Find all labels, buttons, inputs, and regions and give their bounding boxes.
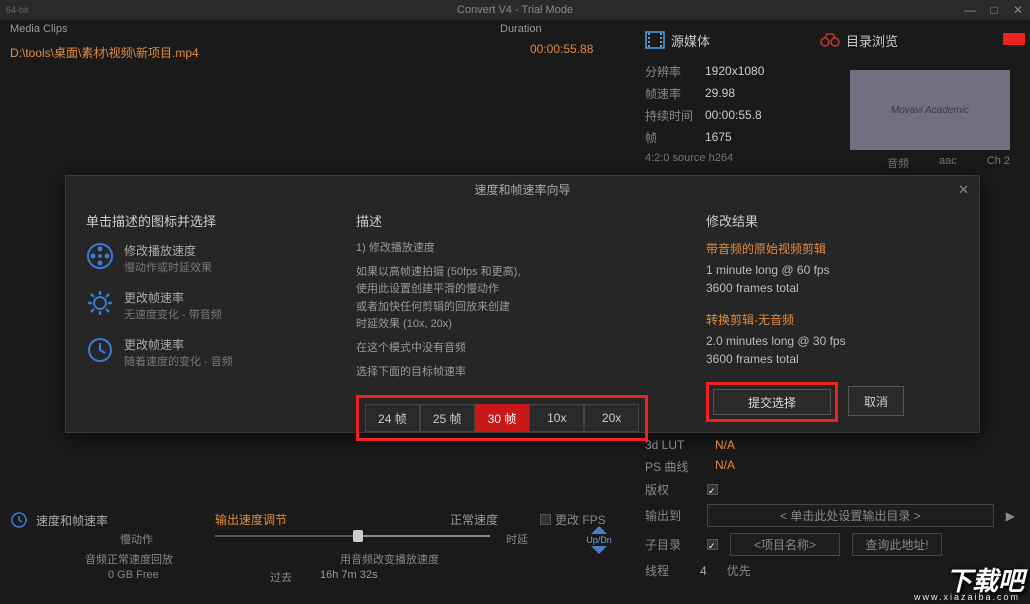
desc-line-6: 在这个模式中没有音频 xyxy=(356,340,666,358)
delay-label: 时延 xyxy=(506,531,528,547)
submit-button[interactable]: 提交选择 xyxy=(713,389,831,415)
option-change-fps-audio[interactable]: 更改帧速率无速度变化 - 带音频 xyxy=(86,289,356,322)
option-playback-speed[interactable]: 修改播放速度慢动作或时延效果 xyxy=(86,242,356,275)
video-thumbnail[interactable]: Movavi Academic xyxy=(850,70,1010,150)
audio-codec: aac xyxy=(939,155,957,171)
resolution-value: 1920x1080 xyxy=(705,64,764,78)
down-arrow-icon[interactable] xyxy=(591,546,607,554)
audio-normal-label: 音频正常速度回放 xyxy=(85,551,173,567)
record-indicator xyxy=(1003,33,1025,45)
desc-line-1: 1) 修改播放速度 xyxy=(356,240,666,258)
desc-line-3: 使用此设置创建平滑的慢动作 xyxy=(356,281,666,299)
result-converted-title: 转换剪辑-无音频 xyxy=(706,311,959,328)
film-icon xyxy=(645,30,665,50)
fps-30-button[interactable]: 30 帧 xyxy=(475,404,530,432)
window-title: Convert V4 - Trial Mode xyxy=(457,4,573,16)
copyright-label: 版权 xyxy=(645,481,695,498)
elapsed-time: 16h 7m 32s xyxy=(320,569,377,581)
lut3d-value[interactable]: N/A xyxy=(715,438,735,452)
clock-icon xyxy=(86,336,114,364)
result-original-line2: 3600 frames total xyxy=(706,281,959,295)
result-original-line1: 1 minute long @ 60 fps xyxy=(706,263,959,277)
desc-line-5: 时延效果 (10x, 20x) xyxy=(356,316,666,334)
opt3-sub: 随着速度的变化 - 音频 xyxy=(124,353,233,369)
minimize-button[interactable]: — xyxy=(962,3,978,17)
media-duration: 00:00:55.88 xyxy=(530,42,593,56)
opt2-sub: 无速度变化 - 带音频 xyxy=(124,306,222,322)
fps-selector: 24 帧 25 帧 30 帧 10x 20x xyxy=(356,395,648,441)
titlebar: 64-bit Convert V4 - Trial Mode — □ ✕ xyxy=(0,0,1030,20)
select-icon-heading: 单击描述的图标并选择 xyxy=(86,211,356,230)
duration-value: 00:00:55.8 xyxy=(705,108,762,122)
updn-label: Up/Dn xyxy=(583,535,615,545)
disk-free-label: 0 GB Free xyxy=(108,569,159,581)
opt2-title: 更改帧速率 xyxy=(124,289,222,306)
reel-icon xyxy=(86,242,114,270)
dialog-close-button[interactable]: ✕ xyxy=(958,182,969,198)
gear-icon xyxy=(86,289,114,317)
result-converted-line1: 2.0 minutes long @ 30 fps xyxy=(706,334,959,348)
browse-label[interactable]: 目录浏览 xyxy=(846,31,898,50)
ps-curve-label: PS 曲线 xyxy=(645,458,695,475)
desc-line-7: 选择下面的目标帧速率 xyxy=(356,364,666,382)
watermark-url: www.xiazaiba.com xyxy=(914,592,1020,602)
fps-20x-button[interactable]: 20x xyxy=(584,404,639,432)
source-format: 4:2:0 source h264 xyxy=(645,152,733,164)
fps-24-button[interactable]: 24 帧 xyxy=(365,404,420,432)
clock-icon xyxy=(10,511,28,529)
frames-value: 1675 xyxy=(705,130,732,144)
opt3-title: 更改帧速率 xyxy=(124,336,233,353)
dialog-title: 速度和帧速率向导 xyxy=(66,176,979,203)
speed-slider[interactable] xyxy=(215,535,490,537)
up-arrow-icon[interactable] xyxy=(591,526,607,534)
audio-change-label: 用音频改变播放速度 xyxy=(340,551,439,567)
elapsed-label: 过去 xyxy=(270,569,292,585)
description-heading: 描述 xyxy=(356,211,666,230)
fps-25-button[interactable]: 25 帧 xyxy=(420,404,475,432)
fps-value: 29.98 xyxy=(705,86,735,100)
maximize-button[interactable]: □ xyxy=(986,3,1002,17)
media-clips-header: Media Clips xyxy=(10,23,500,35)
duration-header: Duration xyxy=(500,23,620,35)
result-original-title: 带音频的原始视频剪辑 xyxy=(706,240,959,257)
desc-line-4: 或者加快任何剪辑的回放来创建 xyxy=(356,299,666,317)
output-speed-label: 输出速度调节 xyxy=(215,511,287,528)
normal-speed-label: 正常速度 xyxy=(450,511,498,528)
slow-motion-label: 慢动作 xyxy=(120,531,153,547)
copyright-checkbox[interactable] xyxy=(707,484,718,495)
bit-badge: 64-bit xyxy=(0,5,35,15)
cancel-button[interactable]: 取消 xyxy=(848,386,904,416)
ps-curve-value[interactable]: N/A xyxy=(715,458,735,475)
desc-line-2: 如果以高帧速拍摄 (50fps 和更高), xyxy=(356,264,666,282)
frames-label: 帧 xyxy=(645,129,705,146)
source-media-label: 源媒体 xyxy=(671,31,710,50)
resolution-label: 分辨率 xyxy=(645,63,705,80)
binoculars-icon xyxy=(820,32,840,48)
audio-label: 音频 xyxy=(887,155,909,171)
option-change-fps-speed[interactable]: 更改帧速率随着速度的变化 - 音频 xyxy=(86,336,356,369)
thumbnail-text: Movavi Academic xyxy=(891,105,969,116)
opt1-sub: 慢动作或时延效果 xyxy=(124,259,212,275)
result-heading: 修改结果 xyxy=(706,211,959,230)
fps-label: 帧速率 xyxy=(645,85,705,102)
close-button[interactable]: ✕ xyxy=(1010,3,1026,17)
change-fps-checkbox[interactable] xyxy=(540,514,551,525)
audio-channels: Ch 2 xyxy=(987,155,1010,171)
speed-framerate-wizard-dialog: 速度和帧速率向导 ✕ 单击描述的图标并选择 修改播放速度慢动作或时延效果 更改帧… xyxy=(65,175,980,433)
fps-10x-button[interactable]: 10x xyxy=(529,404,584,432)
lut3d-label: 3d LUT xyxy=(645,438,695,452)
speed-panel-title: 速度和帧速率 xyxy=(36,512,108,529)
opt1-title: 修改播放速度 xyxy=(124,242,212,259)
updown-control[interactable]: Up/Dn xyxy=(583,525,615,555)
result-converted-line2: 3600 frames total xyxy=(706,352,959,366)
duration-label: 持续时间 xyxy=(645,107,705,124)
